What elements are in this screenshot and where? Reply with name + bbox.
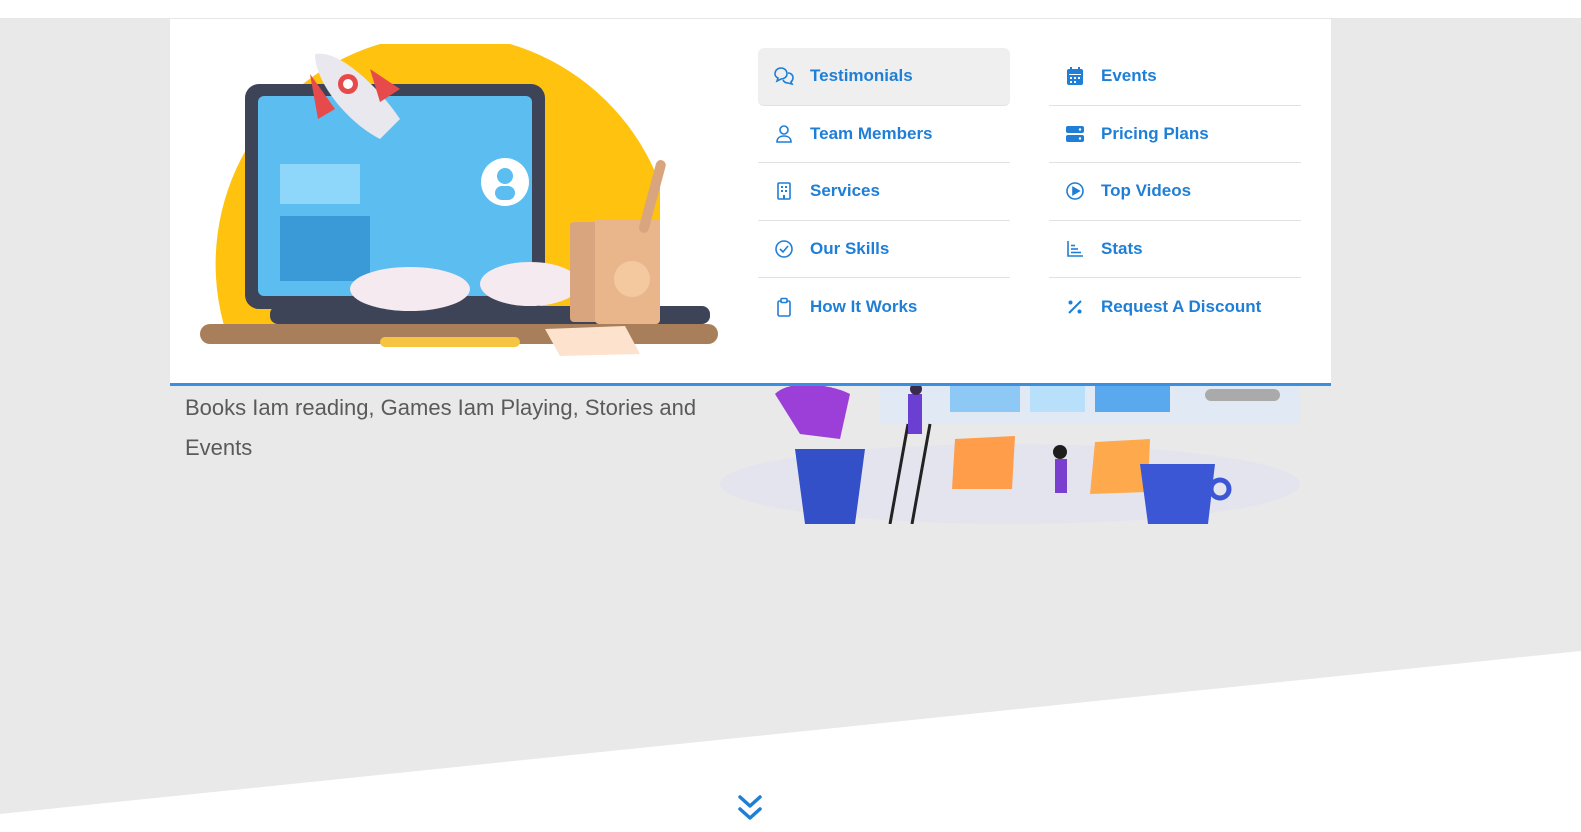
clipboard-icon [772,295,796,319]
user-icon [772,122,796,146]
building-icon [772,179,796,203]
calendar-icon [1063,64,1087,88]
menu-item-services[interactable]: Services [758,163,1010,221]
menu-label-our-skills: Our Skills [810,238,890,258]
top-nav-bar [0,0,1581,19]
hero-tagline: Books Iam reading, Games Iam Playing, St… [185,388,705,468]
menu-item-our-skills[interactable]: Our Skills [758,221,1010,278]
menu-label-how-it-works: How It Works [810,296,918,316]
menu-item-team-members[interactable]: Team Members [758,106,1010,163]
mega-menu-column-2: Events Pricing Plans Top Videos Stats Re… [1049,48,1301,336]
menu-label-pricing-plans: Pricing Plans [1101,123,1209,143]
chat-bubbles-icon [772,64,796,88]
hero-tagline-line2: Events [185,435,253,460]
menu-item-top-videos[interactable]: Top Videos [1049,163,1301,221]
rocket-laptop-illustration [200,44,718,356]
hero-tagline-line1: Books Iam reading, Games Iam Playing, St… [185,395,697,420]
scroll-down-button[interactable] [736,792,764,824]
menu-label-testimonials: Testimonials [810,66,913,86]
menu-item-events[interactable]: Events [1049,48,1301,106]
menu-item-how-it-works[interactable]: How It Works [758,278,1010,336]
menu-item-request-a-discount[interactable]: Request A Discount [1049,278,1301,336]
menu-label-events: Events [1101,66,1157,86]
menu-label-stats: Stats [1101,238,1143,258]
team-board-illustration [720,384,1300,524]
play-circle-icon [1063,179,1087,203]
mega-menu-dropdown: Testimonials Team Members Services Our S… [170,19,1331,386]
check-circle-icon [772,237,796,261]
menu-label-team-members: Team Members [810,123,933,143]
menu-label-services: Services [810,181,880,201]
bar-chart-icon [1063,237,1087,261]
menu-item-stats[interactable]: Stats [1049,221,1301,278]
menu-item-testimonials[interactable]: Testimonials [758,48,1010,106]
percent-icon [1063,295,1087,319]
mega-menu-column-1: Testimonials Team Members Services Our S… [758,48,1010,336]
menu-item-pricing-plans[interactable]: Pricing Plans [1049,106,1301,163]
double-chevron-down-icon [738,795,762,820]
server-icon [1063,122,1087,146]
menu-label-request-a-discount: Request A Discount [1101,296,1262,316]
menu-label-top-videos: Top Videos [1101,181,1192,201]
